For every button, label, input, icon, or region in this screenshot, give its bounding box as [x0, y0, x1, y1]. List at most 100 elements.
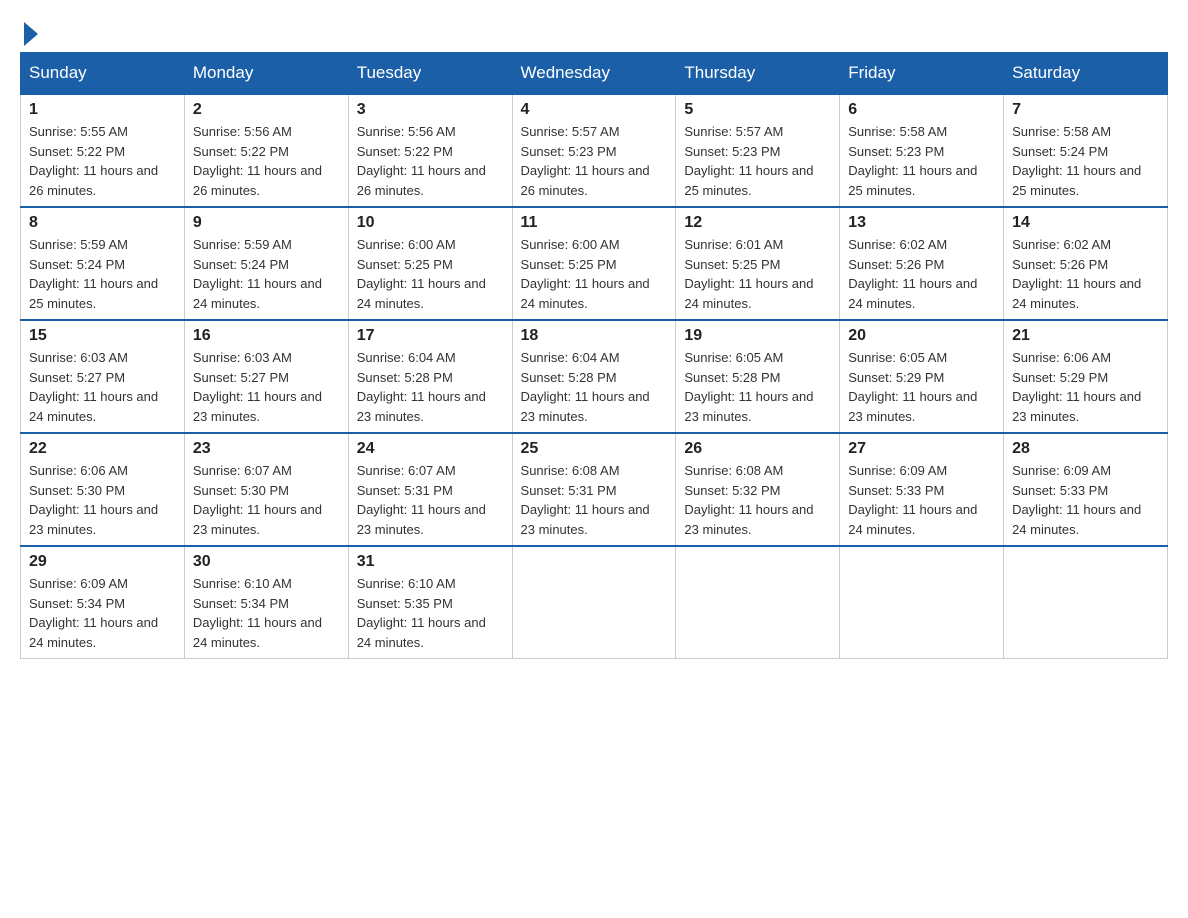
- day-number: 29: [29, 553, 176, 571]
- calendar-day-25: 25 Sunrise: 6:08 AM Sunset: 5:31 PM Dayl…: [512, 433, 676, 546]
- calendar-day-27: 27 Sunrise: 6:09 AM Sunset: 5:33 PM Dayl…: [840, 433, 1004, 546]
- day-info: Sunrise: 6:07 AM Sunset: 5:31 PM Dayligh…: [357, 461, 504, 539]
- day-info: Sunrise: 5:58 AM Sunset: 5:24 PM Dayligh…: [1012, 122, 1159, 200]
- calendar-week-5: 29 Sunrise: 6:09 AM Sunset: 5:34 PM Dayl…: [21, 546, 1168, 659]
- day-info: Sunrise: 6:05 AM Sunset: 5:29 PM Dayligh…: [848, 348, 995, 426]
- weekday-header-thursday: Thursday: [676, 53, 840, 95]
- weekday-header-saturday: Saturday: [1004, 53, 1168, 95]
- calendar-day-29: 29 Sunrise: 6:09 AM Sunset: 5:34 PM Dayl…: [21, 546, 185, 659]
- day-info: Sunrise: 5:56 AM Sunset: 5:22 PM Dayligh…: [193, 122, 340, 200]
- calendar-day-6: 6 Sunrise: 5:58 AM Sunset: 5:23 PM Dayli…: [840, 94, 1004, 207]
- calendar-day-empty-4-3: [512, 546, 676, 659]
- calendar-day-9: 9 Sunrise: 5:59 AM Sunset: 5:24 PM Dayli…: [184, 207, 348, 320]
- day-number: 30: [193, 553, 340, 571]
- day-number: 25: [521, 440, 668, 458]
- logo-general-text: [20, 20, 38, 46]
- day-number: 1: [29, 101, 176, 119]
- page-header: [20, 20, 1168, 42]
- day-number: 18: [521, 327, 668, 345]
- calendar-day-1: 1 Sunrise: 5:55 AM Sunset: 5:22 PM Dayli…: [21, 94, 185, 207]
- day-info: Sunrise: 5:57 AM Sunset: 5:23 PM Dayligh…: [684, 122, 831, 200]
- day-number: 3: [357, 101, 504, 119]
- calendar-header: SundayMondayTuesdayWednesdayThursdayFrid…: [21, 53, 1168, 95]
- day-info: Sunrise: 6:06 AM Sunset: 5:30 PM Dayligh…: [29, 461, 176, 539]
- day-info: Sunrise: 5:59 AM Sunset: 5:24 PM Dayligh…: [29, 235, 176, 313]
- calendar-day-10: 10 Sunrise: 6:00 AM Sunset: 5:25 PM Dayl…: [348, 207, 512, 320]
- day-info: Sunrise: 6:06 AM Sunset: 5:29 PM Dayligh…: [1012, 348, 1159, 426]
- day-info: Sunrise: 5:59 AM Sunset: 5:24 PM Dayligh…: [193, 235, 340, 313]
- day-number: 21: [1012, 327, 1159, 345]
- day-info: Sunrise: 5:56 AM Sunset: 5:22 PM Dayligh…: [357, 122, 504, 200]
- calendar-day-7: 7 Sunrise: 5:58 AM Sunset: 5:24 PM Dayli…: [1004, 94, 1168, 207]
- day-info: Sunrise: 6:00 AM Sunset: 5:25 PM Dayligh…: [521, 235, 668, 313]
- logo: [20, 20, 38, 42]
- calendar-week-3: 15 Sunrise: 6:03 AM Sunset: 5:27 PM Dayl…: [21, 320, 1168, 433]
- calendar-day-4: 4 Sunrise: 5:57 AM Sunset: 5:23 PM Dayli…: [512, 94, 676, 207]
- calendar-day-15: 15 Sunrise: 6:03 AM Sunset: 5:27 PM Dayl…: [21, 320, 185, 433]
- calendar-day-13: 13 Sunrise: 6:02 AM Sunset: 5:26 PM Dayl…: [840, 207, 1004, 320]
- day-info: Sunrise: 6:01 AM Sunset: 5:25 PM Dayligh…: [684, 235, 831, 313]
- day-info: Sunrise: 6:02 AM Sunset: 5:26 PM Dayligh…: [1012, 235, 1159, 313]
- calendar-day-19: 19 Sunrise: 6:05 AM Sunset: 5:28 PM Dayl…: [676, 320, 840, 433]
- day-info: Sunrise: 6:09 AM Sunset: 5:33 PM Dayligh…: [1012, 461, 1159, 539]
- logo-arrow-icon: [24, 22, 38, 46]
- day-info: Sunrise: 6:03 AM Sunset: 5:27 PM Dayligh…: [193, 348, 340, 426]
- calendar-table: SundayMondayTuesdayWednesdayThursdayFrid…: [20, 52, 1168, 659]
- day-number: 11: [521, 214, 668, 232]
- day-number: 23: [193, 440, 340, 458]
- weekday-header-row: SundayMondayTuesdayWednesdayThursdayFrid…: [21, 53, 1168, 95]
- day-number: 13: [848, 214, 995, 232]
- calendar-day-30: 30 Sunrise: 6:10 AM Sunset: 5:34 PM Dayl…: [184, 546, 348, 659]
- day-info: Sunrise: 6:02 AM Sunset: 5:26 PM Dayligh…: [848, 235, 995, 313]
- calendar-body: 1 Sunrise: 5:55 AM Sunset: 5:22 PM Dayli…: [21, 94, 1168, 659]
- day-number: 6: [848, 101, 995, 119]
- day-number: 15: [29, 327, 176, 345]
- day-info: Sunrise: 6:09 AM Sunset: 5:34 PM Dayligh…: [29, 574, 176, 652]
- calendar-week-1: 1 Sunrise: 5:55 AM Sunset: 5:22 PM Dayli…: [21, 94, 1168, 207]
- day-number: 26: [684, 440, 831, 458]
- weekday-header-sunday: Sunday: [21, 53, 185, 95]
- day-info: Sunrise: 5:57 AM Sunset: 5:23 PM Dayligh…: [521, 122, 668, 200]
- calendar-day-24: 24 Sunrise: 6:07 AM Sunset: 5:31 PM Dayl…: [348, 433, 512, 546]
- day-number: 8: [29, 214, 176, 232]
- calendar-day-14: 14 Sunrise: 6:02 AM Sunset: 5:26 PM Dayl…: [1004, 207, 1168, 320]
- day-info: Sunrise: 6:04 AM Sunset: 5:28 PM Dayligh…: [357, 348, 504, 426]
- calendar-day-8: 8 Sunrise: 5:59 AM Sunset: 5:24 PM Dayli…: [21, 207, 185, 320]
- weekday-header-friday: Friday: [840, 53, 1004, 95]
- calendar-day-empty-4-6: [1004, 546, 1168, 659]
- calendar-day-12: 12 Sunrise: 6:01 AM Sunset: 5:25 PM Dayl…: [676, 207, 840, 320]
- day-info: Sunrise: 6:10 AM Sunset: 5:34 PM Dayligh…: [193, 574, 340, 652]
- day-info: Sunrise: 5:55 AM Sunset: 5:22 PM Dayligh…: [29, 122, 176, 200]
- day-number: 10: [357, 214, 504, 232]
- day-number: 12: [684, 214, 831, 232]
- calendar-day-16: 16 Sunrise: 6:03 AM Sunset: 5:27 PM Dayl…: [184, 320, 348, 433]
- day-number: 19: [684, 327, 831, 345]
- calendar-day-26: 26 Sunrise: 6:08 AM Sunset: 5:32 PM Dayl…: [676, 433, 840, 546]
- day-info: Sunrise: 6:07 AM Sunset: 5:30 PM Dayligh…: [193, 461, 340, 539]
- calendar-day-18: 18 Sunrise: 6:04 AM Sunset: 5:28 PM Dayl…: [512, 320, 676, 433]
- day-number: 9: [193, 214, 340, 232]
- day-number: 17: [357, 327, 504, 345]
- calendar-day-5: 5 Sunrise: 5:57 AM Sunset: 5:23 PM Dayli…: [676, 94, 840, 207]
- calendar-day-31: 31 Sunrise: 6:10 AM Sunset: 5:35 PM Dayl…: [348, 546, 512, 659]
- day-info: Sunrise: 6:03 AM Sunset: 5:27 PM Dayligh…: [29, 348, 176, 426]
- day-info: Sunrise: 6:05 AM Sunset: 5:28 PM Dayligh…: [684, 348, 831, 426]
- weekday-header-tuesday: Tuesday: [348, 53, 512, 95]
- calendar-day-21: 21 Sunrise: 6:06 AM Sunset: 5:29 PM Dayl…: [1004, 320, 1168, 433]
- calendar-day-23: 23 Sunrise: 6:07 AM Sunset: 5:30 PM Dayl…: [184, 433, 348, 546]
- calendar-day-22: 22 Sunrise: 6:06 AM Sunset: 5:30 PM Dayl…: [21, 433, 185, 546]
- calendar-week-4: 22 Sunrise: 6:06 AM Sunset: 5:30 PM Dayl…: [21, 433, 1168, 546]
- calendar-day-11: 11 Sunrise: 6:00 AM Sunset: 5:25 PM Dayl…: [512, 207, 676, 320]
- weekday-header-monday: Monday: [184, 53, 348, 95]
- day-info: Sunrise: 6:08 AM Sunset: 5:32 PM Dayligh…: [684, 461, 831, 539]
- day-info: Sunrise: 6:10 AM Sunset: 5:35 PM Dayligh…: [357, 574, 504, 652]
- calendar-day-2: 2 Sunrise: 5:56 AM Sunset: 5:22 PM Dayli…: [184, 94, 348, 207]
- weekday-header-wednesday: Wednesday: [512, 53, 676, 95]
- day-number: 22: [29, 440, 176, 458]
- day-number: 20: [848, 327, 995, 345]
- day-number: 2: [193, 101, 340, 119]
- calendar-week-2: 8 Sunrise: 5:59 AM Sunset: 5:24 PM Dayli…: [21, 207, 1168, 320]
- day-info: Sunrise: 6:08 AM Sunset: 5:31 PM Dayligh…: [521, 461, 668, 539]
- calendar-day-28: 28 Sunrise: 6:09 AM Sunset: 5:33 PM Dayl…: [1004, 433, 1168, 546]
- day-number: 7: [1012, 101, 1159, 119]
